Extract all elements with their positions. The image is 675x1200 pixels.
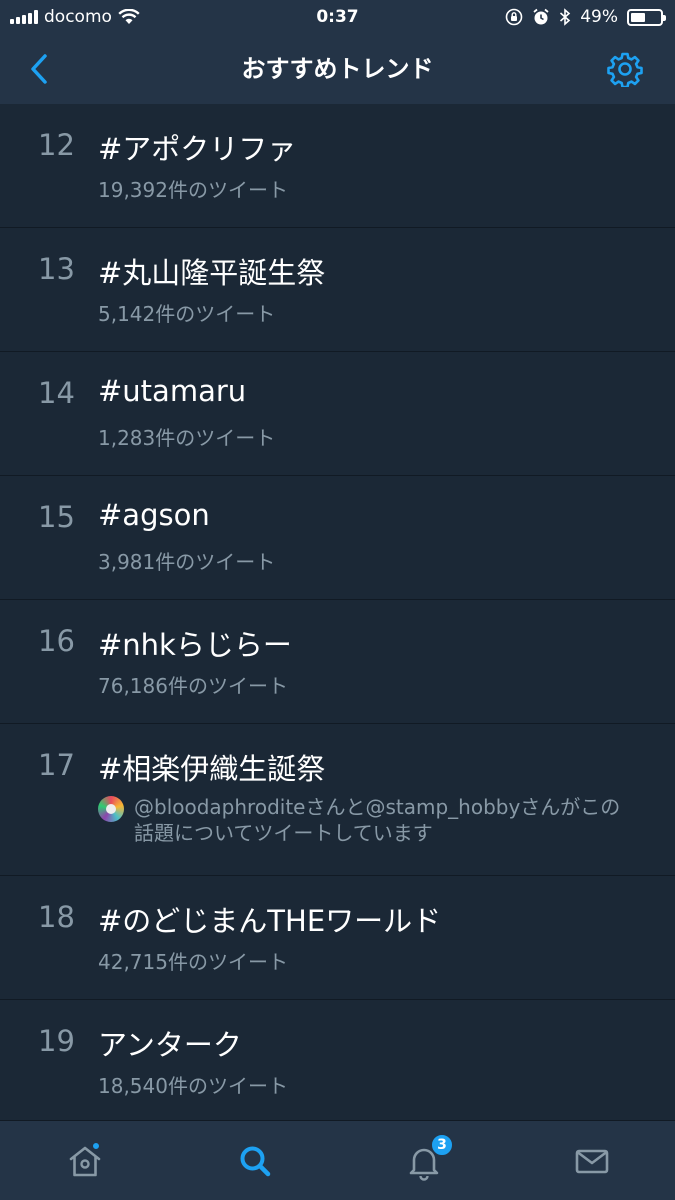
status-right: 49% [505,0,666,34]
signal-strength-icon [10,10,38,24]
trend-name: #相楽伊織生誕祭 [98,752,326,786]
trend-item[interactable]: 18 #のどじまんTHEワールド 42,715件のツイート [0,876,675,1000]
tab-home[interactable] [63,1139,107,1183]
tab-messages[interactable] [570,1139,614,1183]
battery-percent: 49% [580,7,618,27]
trend-name: #agson [98,498,210,532]
alarm-icon [533,8,549,25]
tweet-count: 19,392件のツイート [98,178,288,202]
trend-rank: 13 [38,252,75,286]
gear-icon [607,52,643,87]
tweet-count: 76,186件のツイート [98,674,288,698]
trend-item[interactable]: 12 #アポクリファ 19,392件のツイート [0,104,675,228]
rotation-lock-icon [505,8,523,26]
tweet-count: 42,715件のツイート [98,950,288,974]
trend-rank: 18 [38,900,75,934]
trend-item[interactable]: 16 #nhkらじらー 76,186件のツイート [0,600,675,724]
trend-rank: 15 [38,500,75,534]
tweet-count: 1,283件のツイート [98,426,276,450]
search-icon [240,1146,271,1177]
battery-icon [627,8,666,26]
wifi-icon [118,9,140,24]
trend-item[interactable]: 15 #agson 3,981件のツイート [0,476,675,600]
trend-rank: 12 [38,128,75,162]
trend-rank: 17 [38,748,75,782]
trend-context-text: @bloodaphroditeさんと@stamp_hobbyさんがこの話題につい… [134,795,621,845]
status-left: docomo [10,0,140,34]
trend-rank: 19 [38,1024,75,1058]
bluetooth-icon [560,8,571,26]
trend-item[interactable]: 19 アンターク 18,540件のツイート [0,1000,675,1124]
trend-rank: 16 [38,624,75,658]
page-title: おすすめトレンド [241,55,434,83]
trend-name: #nhkらじらー [98,628,292,662]
new-tweets-dot [91,1141,101,1151]
trend-item[interactable]: 14 #utamaru 1,283件のツイート [0,352,675,476]
status-bar: docomo 0:37 49% [0,0,675,34]
avatar [98,796,124,822]
trend-item[interactable]: 17 #相楽伊織生誕祭 @bloodaphroditeさんと@stamp_hob… [0,724,675,876]
tweet-count: 18,540件のツイート [98,1074,288,1098]
trend-name: アンターク [98,1028,242,1062]
trend-name: #のどじまんTHEワールド [98,904,442,938]
battery-fill [631,12,645,22]
trend-name: #utamaru [98,374,247,408]
tweet-count: 3,981件のツイート [98,550,276,574]
navigation-bar: おすすめトレンド [0,34,675,104]
back-button[interactable] [22,51,56,87]
carrier-name: docomo [44,7,112,27]
mail-icon [575,1149,609,1174]
trend-name: #アポクリファ [98,132,297,166]
settings-button[interactable] [605,49,645,89]
trend-list: 12 #アポクリファ 19,392件のツイート 13 #丸山隆平誕生祭 5,14… [0,104,675,1124]
chevron-left-icon [31,54,47,84]
notification-count-badge: 3 [430,1133,454,1157]
tweet-count: 5,142件のツイート [98,302,276,326]
trend-context: @bloodaphroditeさんと@stamp_hobbyさんがこの話題につい… [98,794,638,846]
trend-name: #丸山隆平誕生祭 [98,256,326,290]
trend-rank: 14 [38,376,75,410]
trend-item[interactable]: 13 #丸山隆平誕生祭 5,142件のツイート [0,228,675,352]
tab-bar: 3 [0,1120,675,1200]
tab-search[interactable] [233,1139,277,1183]
tab-notifications[interactable]: 3 [402,1133,454,1183]
